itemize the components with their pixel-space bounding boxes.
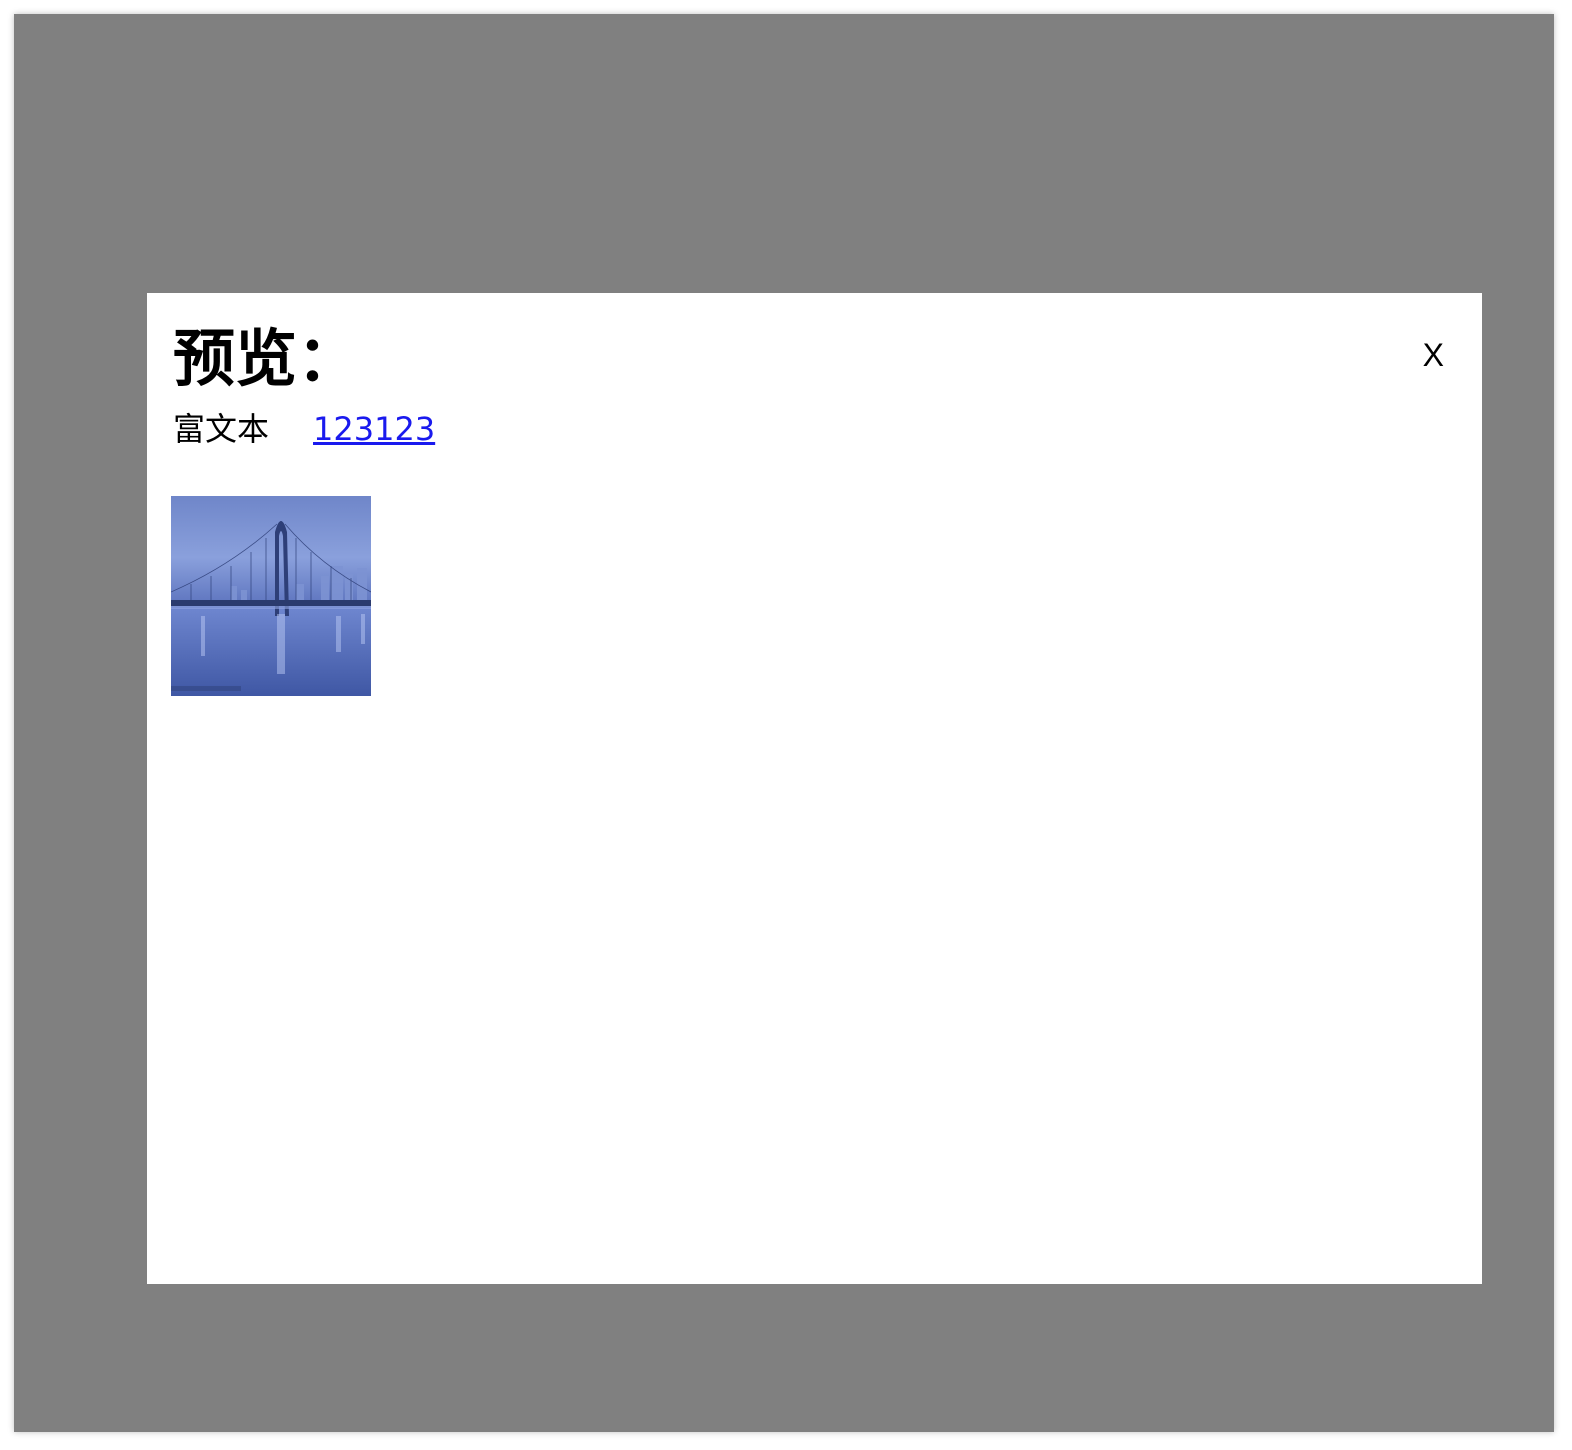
modal-overlay: 预览： X 富文本 123123: [14, 14, 1554, 1432]
preview-image[interactable]: [171, 496, 371, 696]
content-link[interactable]: 123123: [313, 407, 435, 451]
preview-modal: 预览： X 富文本 123123: [147, 293, 1482, 1284]
preview-content: 富文本 123123: [173, 407, 435, 451]
modal-title: 预览：: [173, 322, 360, 395]
close-button[interactable]: X: [1423, 335, 1444, 375]
rich-text-label: 富文本: [173, 410, 270, 448]
bridge-image-icon: [171, 496, 371, 696]
